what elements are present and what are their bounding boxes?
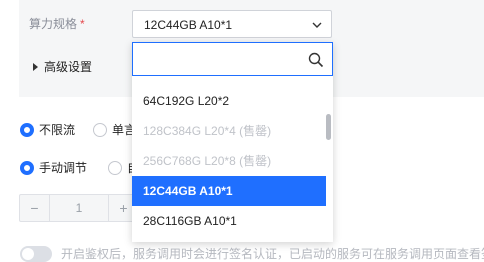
radio-dot: [20, 123, 34, 137]
advanced-settings-toggle[interactable]: 高级设置: [33, 58, 92, 76]
quantity-value[interactable]: 1: [51, 195, 107, 221]
dropdown-search-input[interactable]: [139, 47, 299, 71]
decrement-button[interactable]: −: [20, 195, 50, 221]
radio-dot: [20, 161, 34, 175]
spec-label-text: 算力规格: [29, 17, 78, 31]
radio-dot: [108, 161, 122, 175]
spec-dropdown: 64C192G L20*2 128C384G L20*4 (售罄) 256C76…: [132, 42, 333, 242]
radio-manual-label: 手动调节: [39, 161, 88, 175]
chevron-down-icon: [312, 22, 322, 28]
dropdown-option: 256C768G L20*8 (售罄): [143, 154, 272, 168]
spec-select[interactable]: 12C44GB A10*1: [132, 10, 332, 38]
page: 算力规格* 12C44GB A10*1 高级设置 不限流 单言 手动调节 自: [0, 0, 484, 262]
spec-label: 算力规格 *: [29, 14, 85, 34]
radio-dot: [93, 123, 107, 137]
dropdown-option-selected[interactable]: 12C44GB A10*1: [132, 176, 326, 206]
advanced-settings-label: 高级设置: [44, 60, 93, 74]
dropdown-option[interactable]: 28C116GB A10*1: [132, 206, 326, 236]
auth-switch[interactable]: [20, 246, 52, 262]
dropdown-search: [132, 42, 333, 76]
dropdown-scrollbar[interactable]: [326, 114, 331, 140]
switch-knob: [22, 248, 34, 260]
required-mark: *: [80, 17, 85, 31]
radio-no-limit-label: 不限流: [39, 123, 76, 137]
quantity-stepper: − 1 +: [19, 194, 137, 222]
dropdown-option: 128C384G L20*4 (售罄): [143, 124, 272, 138]
auth-hint: 开启鉴权后，服务调用时会进行签名认证，已启动的服务可在服务调用页面查看签: [61, 247, 484, 261]
spec-select-value: 12C44GB A10*1: [144, 18, 233, 32]
dropdown-option[interactable]: 64C192G L20*2: [132, 86, 326, 116]
search-icon[interactable]: [308, 52, 324, 68]
caret-right-icon: [33, 63, 38, 71]
